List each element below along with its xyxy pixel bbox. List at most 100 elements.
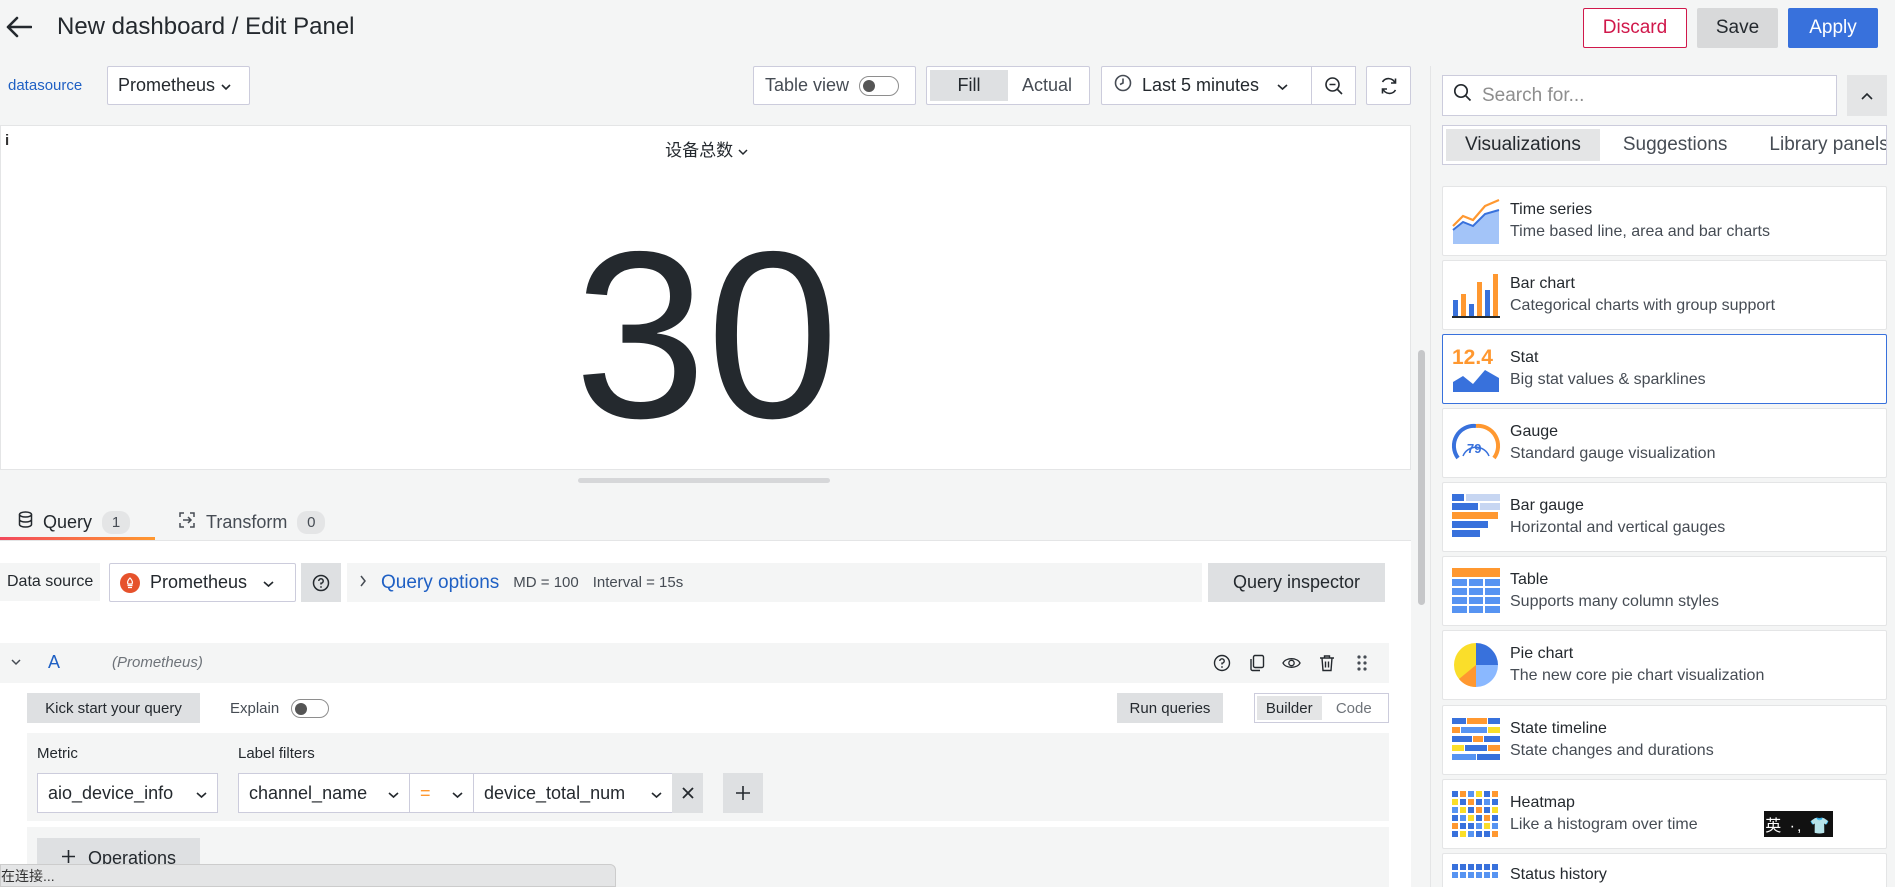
data-source-label: Data source (0, 563, 100, 601)
tab-library-panels[interactable]: Library panels (1750, 129, 1886, 161)
transform-count-badge: 0 (297, 510, 326, 534)
tab-suggestions[interactable]: Suggestions (1604, 129, 1747, 161)
viz-item-bar-chart[interactable]: Bar chart Categorical charts with group s… (1442, 260, 1887, 330)
viz-tabs: Visualizations Suggestions Library panel… (1442, 125, 1887, 165)
scrollbar-thumb[interactable] (1418, 350, 1425, 605)
stat-icon: 12.4 (1452, 346, 1499, 392)
viz-item-stat[interactable]: 12.4 Stat Big stat values & sparklines (1442, 334, 1887, 404)
trash-icon[interactable] (1317, 653, 1336, 672)
eye-icon[interactable] (1282, 653, 1301, 672)
viz-item-name: Heatmap (1510, 794, 1575, 811)
builder-option[interactable]: Builder (1257, 696, 1322, 720)
viz-item-name: Stat (1510, 349, 1539, 366)
pie-chart-icon (1454, 643, 1498, 687)
explain-toggle-group: Explain (230, 693, 330, 723)
viz-item-bar-gauge[interactable]: Bar gauge Horizontal and vertical gauges (1442, 482, 1887, 552)
query-ref-id[interactable]: A (48, 652, 60, 673)
tab-visualizations[interactable]: Visualizations (1446, 129, 1600, 161)
code-option[interactable]: Code (1322, 696, 1387, 720)
chevron-down-icon (263, 572, 274, 593)
page-title: New dashboard / Edit Panel (57, 13, 355, 40)
explain-label: Explain (230, 699, 280, 717)
bar-gauge-icon (1452, 494, 1500, 537)
query-count-badge: 1 (102, 510, 131, 534)
viz-item-state-timeline[interactable]: State timeline State changes and duration… (1442, 705, 1887, 775)
builder-code-switch: Builder Code (1254, 693, 1389, 723)
prometheus-logo-icon (120, 572, 140, 593)
collapse-chevron-icon[interactable] (10, 653, 22, 676)
label-key-select[interactable]: channel_name (238, 773, 410, 813)
apply-button[interactable]: Apply (1788, 8, 1878, 48)
metric-label: Metric (37, 745, 78, 762)
top-bar: New dashboard / Edit Panel Discard Save … (0, 0, 1895, 56)
variable-select[interactable]: Prometheus (107, 66, 250, 105)
kick-start-button[interactable]: Kick start your query (27, 693, 200, 723)
viz-search-input[interactable]: Search for... (1442, 75, 1837, 116)
tab-query[interactable]: Query 1 (18, 505, 131, 539)
query-row-actions (1212, 653, 1371, 672)
drag-handle-icon[interactable] (1352, 653, 1371, 672)
help-icon[interactable] (1212, 653, 1231, 672)
chevron-down-icon (452, 783, 463, 804)
time-range-picker[interactable]: Last 5 minutes (1101, 66, 1312, 105)
data-source-select[interactable]: Prometheus (109, 563, 296, 602)
query-datasource-name: (Prometheus) (112, 654, 203, 671)
table-view-toggle[interactable] (859, 75, 900, 96)
tab-transform[interactable]: Transform 0 (178, 505, 326, 539)
viz-item-time-series[interactable]: Time series Time based line, area and bar… (1442, 186, 1887, 256)
explain-toggle[interactable] (291, 698, 330, 718)
viz-item-desc: Time based line, area and bar charts (1510, 223, 1770, 240)
add-filter-icon[interactable] (723, 773, 763, 813)
variable-label: datasource (8, 76, 83, 94)
viz-item-name: Bar gauge (1510, 497, 1584, 514)
duplicate-icon[interactable] (1247, 653, 1266, 672)
tab-transform-label: Transform (206, 511, 288, 532)
help-icon[interactable] (301, 563, 341, 602)
gauge-icon-value: 79 (1467, 441, 1481, 456)
fill-option[interactable]: Fill (930, 70, 1008, 101)
status-history-icon (1452, 864, 1498, 878)
save-button[interactable]: Save (1697, 8, 1778, 48)
pane-resize-handle[interactable] (578, 478, 830, 483)
chevron-up-icon[interactable] (1847, 75, 1887, 116)
variable-select-value: Prometheus (118, 75, 216, 95)
panel-title[interactable]: 设备总数 (1, 136, 1412, 161)
query-options-bar[interactable]: Query options MD = 100 Interval = 15s (347, 563, 1202, 602)
viz-item-name: Bar chart (1510, 275, 1575, 292)
chevron-down-icon (388, 783, 399, 804)
chevron-down-icon (196, 783, 207, 804)
run-queries-button[interactable]: Run queries (1117, 693, 1223, 723)
tab-query-label: Query (43, 511, 93, 532)
stat-icon-value: 12.4 (1452, 346, 1493, 369)
remove-filter-icon[interactable] (672, 773, 703, 813)
refresh-icon[interactable] (1366, 66, 1411, 105)
md-value: MD = 100 (513, 574, 579, 591)
query-inspector-button[interactable]: Query inspector (1208, 563, 1385, 602)
table-view-toggle-group: Table view (753, 66, 916, 105)
viz-item-table[interactable]: Table Supports many column styles (1442, 556, 1887, 626)
viz-item-desc: State changes and durations (1510, 742, 1714, 759)
viz-item-desc: Standard gauge visualization (1510, 445, 1716, 462)
viz-item-desc: Supports many column styles (1510, 593, 1719, 610)
label-operator-select[interactable]: = (409, 773, 474, 813)
label-key-value: channel_name (249, 782, 368, 803)
zoom-out-icon[interactable] (1311, 66, 1356, 105)
query-options-label[interactable]: Query options (381, 572, 499, 594)
time-range-value: Last 5 minutes (1142, 75, 1260, 95)
back-arrow-icon[interactable] (4, 10, 34, 44)
chevron-right-icon (359, 574, 367, 591)
viz-item-name: Table (1510, 571, 1549, 588)
metric-select[interactable]: aio_device_info (37, 773, 218, 813)
viz-item-desc: The new core pie chart visualization (1510, 667, 1765, 684)
viz-item-pie-chart[interactable]: Pie chart The new core pie chart visualiz… (1442, 630, 1887, 700)
clock-icon (1114, 74, 1132, 97)
viz-item-gauge[interactable]: 79 Gauge Standard gauge visualization (1442, 408, 1887, 478)
query-builder (27, 733, 1389, 821)
metric-value: aio_device_info (48, 782, 174, 803)
chevron-down-icon (738, 141, 748, 160)
label-value-select[interactable]: device_total_num (473, 773, 673, 813)
actual-option[interactable]: Actual (1008, 70, 1086, 101)
discard-button[interactable]: Discard (1583, 8, 1687, 48)
search-placeholder: Search for... (1482, 84, 1585, 106)
viz-item-status-history[interactable]: Status history (1442, 853, 1887, 887)
